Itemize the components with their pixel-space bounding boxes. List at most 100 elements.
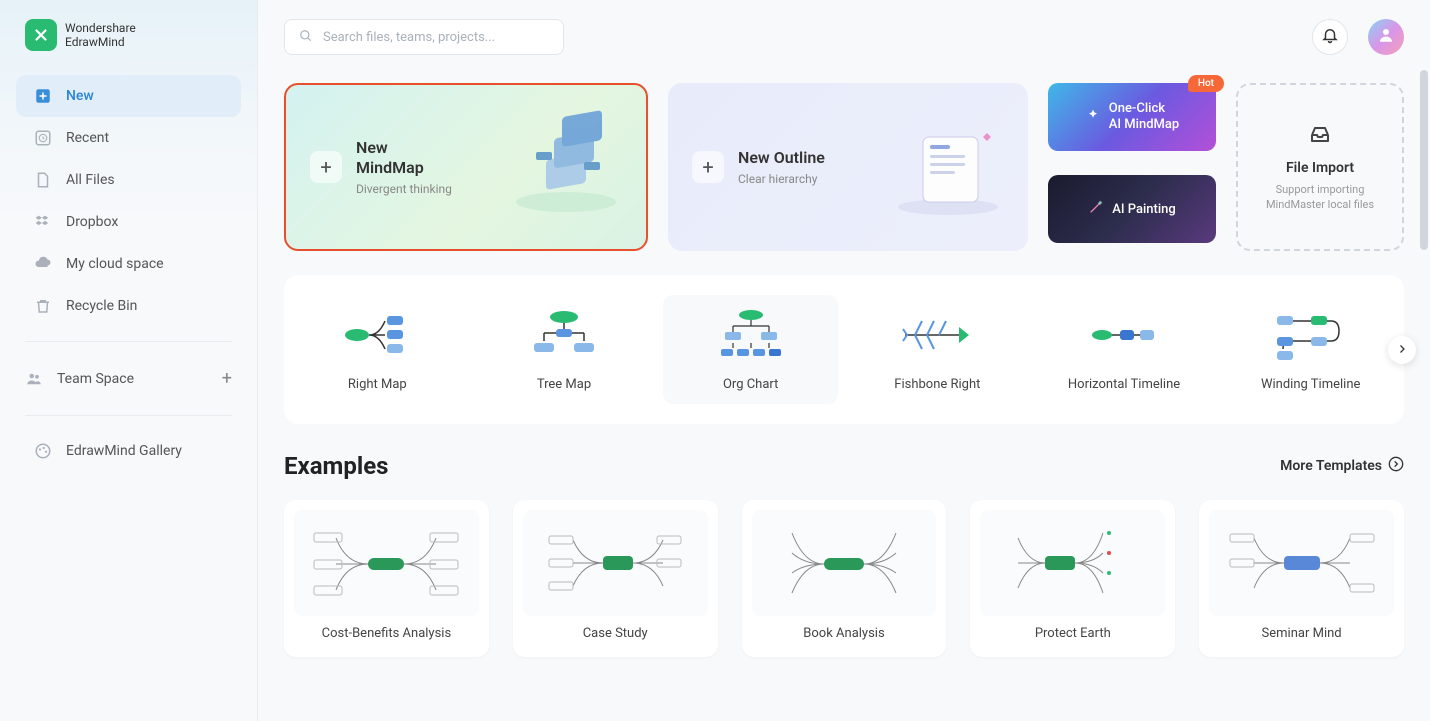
card-subtitle: Clear hierarchy [738,172,825,186]
example-label: Case Study [523,626,708,647]
clock-icon [34,129,52,147]
sidebar-item-dropbox[interactable]: Dropbox [16,201,241,243]
card-subtitle: Divergent thinking [356,182,452,196]
creation-cards-row: + NewMindMap Divergent thinking + New Ou… [284,83,1404,251]
example-preview [294,510,479,616]
template-winding-timeline[interactable]: Winding Timeline [1223,295,1398,404]
sidebar: Wondershare EdrawMind New Recent All Fil… [0,0,258,721]
top-bar [284,19,1404,55]
sidebar-item-new[interactable]: New [16,75,241,117]
outline-illustration [888,107,1008,227]
right-map-preview [337,307,417,363]
examples-header: Examples More Templates [284,452,1404,480]
fishbone-preview [897,307,977,363]
add-team-button[interactable]: + [222,368,232,389]
template-right-map[interactable]: Right Map [290,295,465,404]
sidebar-item-label: My cloud space [66,256,164,272]
template-label: Right Map [348,377,407,392]
sidebar-item-recent[interactable]: Recent [16,117,241,159]
divider [25,341,232,342]
inbox-icon [1308,122,1332,150]
search-icon [299,28,313,47]
timeline-preview [1084,307,1164,363]
main-content: + NewMindMap Divergent thinking + New Ou… [258,0,1430,721]
org-chart-preview [711,307,791,363]
file-import-card[interactable]: File Import Support importing MindMaster… [1236,83,1404,251]
template-org-chart[interactable]: Org Chart [663,295,838,404]
sidebar-item-recycle[interactable]: Recycle Bin [16,285,241,327]
plus-icon: + [310,151,342,183]
divider [25,415,232,416]
template-label: Tree Map [537,377,591,392]
example-label: Cost-Benefits Analysis [294,626,479,647]
user-avatar[interactable] [1368,19,1404,55]
ai-mindmap-label: One-Click AI MindMap [1109,101,1179,132]
wand-icon [1088,199,1104,219]
ai-mindmap-card[interactable]: Hot One-Click AI MindMap [1048,83,1216,151]
template-fishbone[interactable]: Fishbone Right [850,295,1025,404]
bell-icon [1321,26,1339,48]
sidebar-item-cloud[interactable]: My cloud space [16,243,241,285]
plus-icon: + [692,151,724,183]
notifications-button[interactable] [1312,19,1348,55]
example-label: Book Analysis [752,626,937,647]
top-bar-right [1312,19,1404,55]
example-label: Protect Earth [980,626,1165,647]
sidebar-item-label: New [66,88,94,104]
app-logo[interactable]: Wondershare EdrawMind [0,19,257,75]
winding-preview [1271,307,1351,363]
example-preview [980,510,1165,616]
import-title: File Import [1286,160,1354,176]
sidebar-item-gallery[interactable]: EdrawMind Gallery [16,430,241,472]
example-seminar-mind[interactable]: Seminar Mind [1199,500,1404,657]
tree-map-preview [524,307,604,363]
search-box[interactable] [284,19,564,55]
new-outline-card[interactable]: + New Outline Clear hierarchy [668,83,1028,251]
sidebar-item-label: All Files [66,172,115,188]
user-icon [1377,26,1395,48]
templates-row: Right Map Tree Map Org Chart Fishbone Ri… [284,275,1404,424]
cloud-icon [34,255,52,273]
sidebar-item-label: Recycle Bin [66,298,137,314]
template-horizontal-timeline[interactable]: Horizontal Timeline [1037,295,1212,404]
card-title: New Outline [738,148,825,168]
more-templates-link[interactable]: More Templates [1280,456,1404,476]
scrollbar[interactable] [1420,70,1428,250]
ai-painting-card[interactable]: AI Painting [1048,175,1216,243]
example-book-analysis[interactable]: Book Analysis [742,500,947,657]
template-label: Horizontal Timeline [1068,377,1180,392]
team-icon [25,370,43,388]
template-label: Org Chart [723,377,778,392]
example-preview [1209,510,1394,616]
sidebar-item-label: Recent [66,130,109,146]
file-icon [34,171,52,189]
import-subtitle: Support importing MindMaster local files [1250,182,1390,213]
logo-text: Wondershare EdrawMind [65,21,136,50]
logo-icon [25,19,57,51]
arrow-circle-icon [1388,456,1404,476]
sidebar-team-space[interactable]: Team Space + [0,356,257,401]
template-label: Winding Timeline [1261,377,1360,392]
next-templates-button[interactable] [1388,336,1416,364]
example-preview [523,510,708,616]
example-protect-earth[interactable]: Protect Earth [970,500,1175,657]
new-mindmap-card[interactable]: + NewMindMap Divergent thinking [284,83,648,251]
search-input[interactable] [323,30,549,45]
template-tree-map[interactable]: Tree Map [477,295,652,404]
ai-cards-column: Hot One-Click AI MindMap AI Painting [1048,83,1216,251]
sidebar-item-all-files[interactable]: All Files [16,159,241,201]
more-templates-label: More Templates [1280,458,1382,474]
template-label: Fishbone Right [894,377,980,392]
chevron-right-icon [1396,340,1408,359]
palette-icon [34,442,52,460]
example-case-study[interactable]: Case Study [513,500,718,657]
hot-badge: Hot [1188,75,1224,92]
example-cost-benefits[interactable]: Cost-Benefits Analysis [284,500,489,657]
sparkle-icon [1085,107,1101,127]
examples-heading: Examples [284,452,388,480]
ai-painting-label: AI Painting [1112,202,1176,217]
team-space-label: Team Space [57,371,134,387]
sidebar-item-label: Dropbox [66,214,118,230]
example-preview [752,510,937,616]
example-label: Seminar Mind [1209,626,1394,647]
